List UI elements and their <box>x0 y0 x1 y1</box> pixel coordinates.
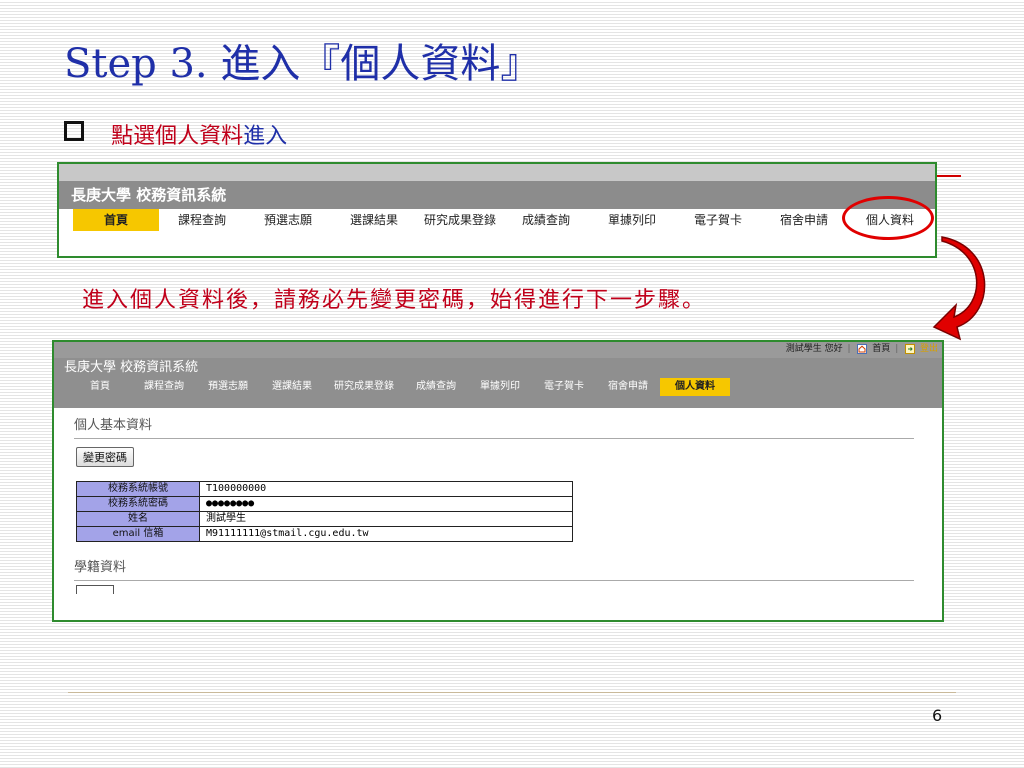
system-title: 長庚大學 校務資訊系統 <box>54 358 942 378</box>
nav-item-course-search[interactable]: 課程查詢 <box>159 209 245 231</box>
table-row: email 信箱 M91111111@stmail.cgu.edu.tw <box>76 526 573 542</box>
nav-item-preselect[interactable]: 預選志願 <box>196 378 260 396</box>
row-value: M91111111@stmail.cgu.edu.tw <box>199 526 573 542</box>
red-underline <box>937 175 961 177</box>
row-label: 校務系統帳號 <box>76 481 200 497</box>
nav-bar: 首頁 課程查詢 預選志願 選課結果 研究成果登錄 成績查詢 單據列印 電子賀卡 … <box>54 378 942 396</box>
nav-item-ecard[interactable]: 電子賀卡 <box>675 209 761 231</box>
home-icon[interactable] <box>857 343 868 354</box>
row-value: ●●●●●●●● <box>199 496 573 512</box>
checkbox-bullet-icon <box>64 121 84 141</box>
row-label: email 信箱 <box>76 526 200 542</box>
top-strip <box>59 164 935 181</box>
nav-item-ecard[interactable]: 電子賀卡 <box>532 378 596 396</box>
nav-item-grades[interactable]: 成績查詢 <box>503 209 589 231</box>
nav-item-print-forms[interactable]: 單據列印 <box>468 378 532 396</box>
screenshot-personal-info: 測試學生 您好 | 首頁 | 登出 長庚大學 校務資訊系統 首頁 課程查詢 預選… <box>52 340 944 622</box>
table-row: 校務系統密碼 ●●●●●●●● <box>76 496 573 512</box>
nav-item-selection-result[interactable]: 選課結果 <box>331 209 417 231</box>
exit-link[interactable]: 登出 <box>920 344 938 354</box>
user-strip: 測試學生 您好 | 首頁 | 登出 <box>785 343 938 354</box>
nav-item-research-entry[interactable]: 研究成果登錄 <box>417 209 503 231</box>
user-greeting: 測試學生 您好 <box>785 344 843 354</box>
cut-off-button[interactable] <box>76 585 114 594</box>
footer-divider <box>68 692 956 693</box>
home-link[interactable]: 首頁 <box>872 344 890 354</box>
screenshot-navbar: 長庚大學 校務資訊系統 首頁 課程查詢 預選志願 選課結果 研究成果登錄 成績查… <box>57 162 937 258</box>
nav-item-research-entry[interactable]: 研究成果登錄 <box>324 378 404 396</box>
page-number: 6 <box>932 706 943 725</box>
table-row: 校務系統帳號 T100000000 <box>76 481 573 497</box>
nav-item-selection-result[interactable]: 選課結果 <box>260 378 324 396</box>
nav-item-home[interactable]: 首頁 <box>73 209 159 231</box>
row-label: 姓名 <box>76 511 200 527</box>
nav-item-dorm[interactable]: 宿舍申請 <box>596 378 660 396</box>
curved-arrow-icon <box>932 236 986 341</box>
top-strip: 測試學生 您好 | 首頁 | 登出 <box>54 342 942 358</box>
nav-subbar <box>54 396 942 408</box>
nav-item-grades[interactable]: 成績查詢 <box>404 378 468 396</box>
nav-item-print-forms[interactable]: 單據列印 <box>589 209 675 231</box>
row-label: 校務系統密碼 <box>76 496 200 512</box>
bullet-text-highlight: 點選個人資料 <box>111 124 244 149</box>
nav-item-dorm[interactable]: 宿舍申請 <box>761 209 847 231</box>
nav-bar: 首頁 課程查詢 預選志願 選課結果 研究成果登錄 成績查詢 單據列印 電子賀卡 … <box>59 209 935 231</box>
highlight-ellipse <box>842 196 934 240</box>
nav-item-personal-info[interactable]: 個人資料 <box>660 378 730 396</box>
instruction-note: 進入個人資料後，請務必先變更密碼，始得進行下一步驟。 <box>82 288 707 313</box>
nav-item-home[interactable]: 首頁 <box>68 378 132 396</box>
exit-icon[interactable] <box>905 343 916 354</box>
nav-item-course-search[interactable]: 課程查詢 <box>132 378 196 396</box>
section-title-basic-info: 個人基本資料 <box>74 418 153 433</box>
section-divider <box>74 580 914 581</box>
bullet-item: 點選個人資料進入 <box>64 118 288 149</box>
basic-info-table: 校務系統帳號 T100000000 校務系統密碼 ●●●●●●●● 姓名 測試學… <box>76 481 573 542</box>
section-divider <box>74 438 914 439</box>
bullet-text-rest: 進入 <box>243 124 288 149</box>
section-title-enrollment: 學籍資料 <box>74 560 127 575</box>
nav-item-preselect[interactable]: 預選志願 <box>245 209 331 231</box>
table-row: 姓名 測試學生 <box>76 511 573 527</box>
slide-title: Step 3. 進入『個人資料』 <box>64 41 541 87</box>
system-title: 長庚大學 校務資訊系統 <box>59 181 935 209</box>
change-password-button[interactable]: 變更密碼 <box>76 447 134 467</box>
row-value: 測試學生 <box>199 511 573 527</box>
row-value: T100000000 <box>199 481 573 497</box>
